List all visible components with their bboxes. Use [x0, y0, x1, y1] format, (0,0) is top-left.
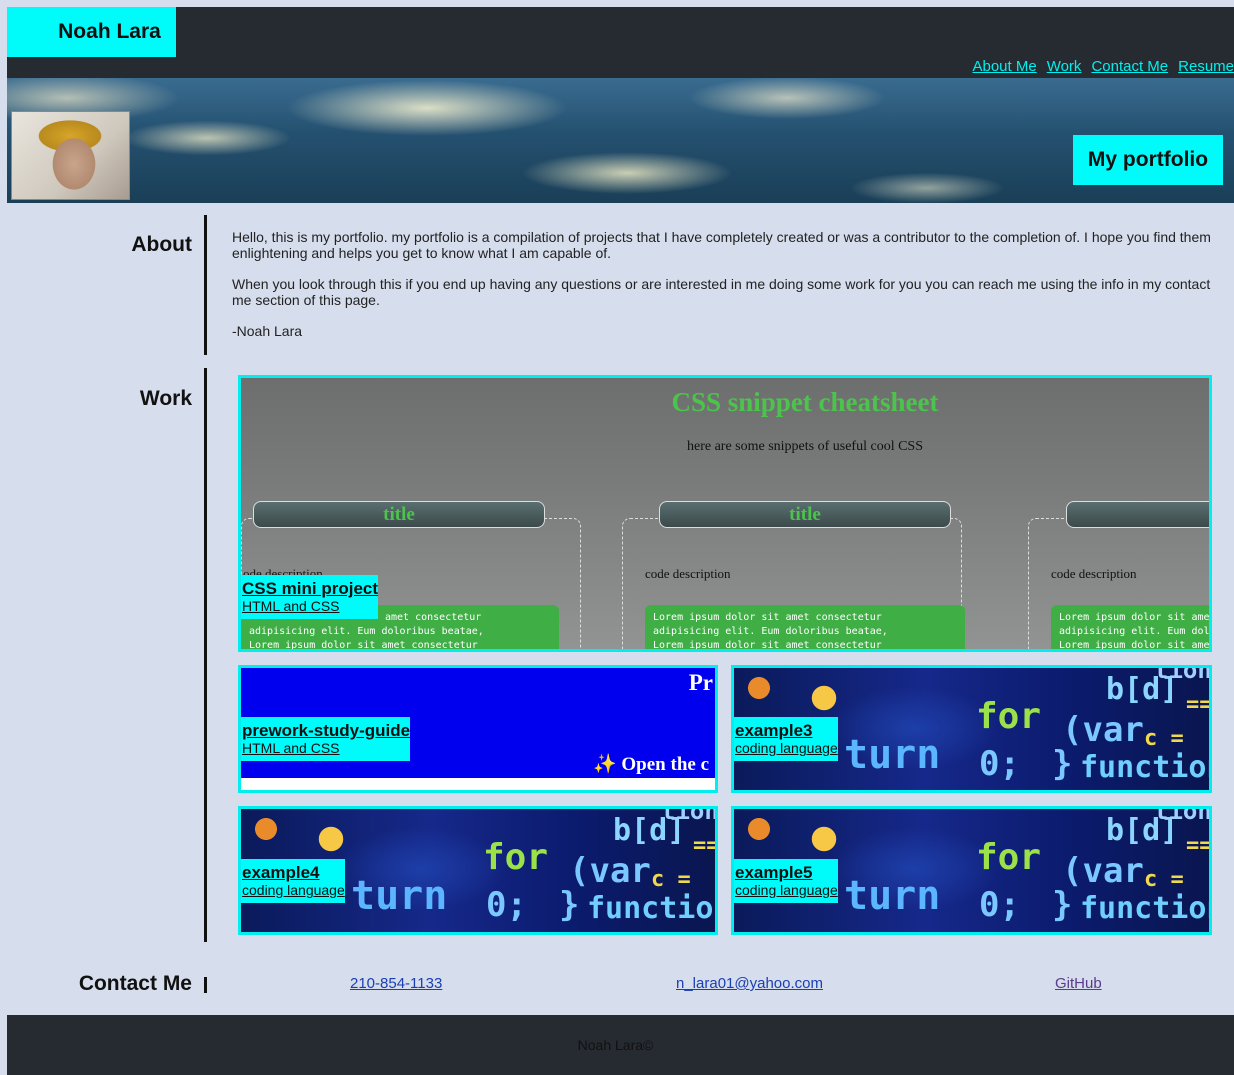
- code-word: 0;: [486, 885, 527, 925]
- code-word: ==: [693, 833, 715, 858]
- code-word: turn: [844, 732, 941, 778]
- code-word: turn: [351, 873, 448, 919]
- preview-card-desc: code description: [645, 566, 731, 581]
- code-word: ==: [1186, 692, 1209, 717]
- about-text: Hello, this is my portfolio. my portfoli…: [232, 229, 1222, 354]
- github-link[interactable]: GitHub: [1055, 975, 1102, 992]
- project-title-link[interactable]: example4: [242, 863, 345, 882]
- page: Noah Lara About Me Work Contact Me Resum…: [7, 7, 1234, 1075]
- code-word: (var: [1062, 851, 1144, 891]
- preview-card-title: title: [253, 501, 545, 528]
- code-line: Lorem ipsum dolor sit amet consectetur: [1059, 612, 1210, 623]
- code-line: Lorem ipsum dolor sit amet consectetur: [1059, 640, 1210, 651]
- code-word: c =: [1144, 726, 1184, 751]
- preview-code-block: Lorem ipsum dolor sit amet consectetur a…: [645, 605, 965, 651]
- code-word: ==: [1186, 833, 1209, 858]
- project-card-prework[interactable]: Pr ✨ Open the c prework-study-guide HTML…: [238, 665, 718, 793]
- preview-subheading: here are some snippets of useful cool CS…: [686, 439, 923, 454]
- code-line: Lorem ipsum dolor sit amet consectetur: [653, 612, 882, 623]
- code-word: }: [559, 885, 580, 925]
- project-title-link[interactable]: CSS mini project: [242, 579, 378, 598]
- code-word: (var: [569, 851, 651, 891]
- project-tech-link[interactable]: coding language: [735, 740, 838, 757]
- about-divider: [204, 215, 207, 355]
- project-tech-link[interactable]: coding language: [735, 882, 838, 899]
- nav-resume[interactable]: Resume: [1178, 58, 1234, 75]
- project-card-example4[interactable]: b[d] == tion for (var c = turn 0; } func…: [238, 806, 718, 935]
- brand-name: Noah Lara: [7, 7, 176, 57]
- about-heading: About: [131, 233, 192, 256]
- code-word: function: [1080, 750, 1209, 785]
- project-card-example5[interactable]: b[d] == tion for (var c = turn 0; } func…: [731, 806, 1212, 935]
- code-word: c =: [651, 867, 691, 892]
- code-line: adipisicing elit. Eum doloribus beatae,: [249, 626, 484, 637]
- about-paragraph: When you look through this if you end up…: [232, 276, 1211, 308]
- hero-title: My portfolio: [1073, 135, 1223, 185]
- code-word: function: [587, 891, 715, 926]
- project-title-link[interactable]: example3: [735, 721, 838, 740]
- code-word: c =: [1144, 867, 1184, 892]
- preview-footer-strip: [241, 778, 715, 790]
- sparkles-icon: ✨: [592, 754, 617, 775]
- code-word: tion: [1154, 809, 1209, 825]
- phone-link[interactable]: 210-854-1133: [350, 975, 442, 992]
- preview-open-label: Open the c: [621, 754, 709, 775]
- code-word: turn: [844, 873, 941, 919]
- project-label: CSS mini project HTML and CSS: [241, 575, 379, 619]
- project-tech-link[interactable]: HTML and CSS: [242, 598, 378, 615]
- about-paragraph: Hello, this is my portfolio. my portfoli…: [232, 229, 1211, 261]
- project-label: prework-study-guide HTML and CSS: [241, 717, 411, 761]
- top-header: Noah Lara About Me Work Contact Me Resum…: [7, 7, 1234, 78]
- contact-divider: [204, 977, 207, 993]
- preview-code-block: Lorem ipsum dolor sit amet consectetur a…: [1051, 605, 1210, 651]
- nav-contact-me[interactable]: Contact Me: [1091, 58, 1168, 75]
- code-word: for: [976, 696, 1042, 737]
- project-title-link[interactable]: example5: [735, 863, 838, 882]
- code-word: 0;: [979, 885, 1020, 925]
- nav-work[interactable]: Work: [1047, 58, 1082, 75]
- preview-card-title: title: [659, 501, 951, 528]
- work-heading: Work: [139, 387, 192, 410]
- code-word: for: [976, 837, 1042, 878]
- project-preview-image: CSS snippet cheatsheet here are some sni…: [241, 378, 1209, 649]
- about-signature: -Noah Lara: [232, 323, 303, 339]
- code-word: 0;: [979, 744, 1020, 784]
- avatar: [11, 111, 130, 200]
- project-card-example3[interactable]: b[d] == tion for (var c = turn 0; } func…: [731, 665, 1212, 793]
- preview-open-text: ✨ Open the c: [593, 752, 709, 776]
- contact-heading: Contact Me: [78, 972, 192, 995]
- hero-banner: My portfolio: [7, 78, 1234, 203]
- project-label: example3 coding language: [734, 717, 838, 761]
- project-label: example5 coding language: [734, 859, 838, 903]
- project-label: example4 coding language: [241, 859, 345, 903]
- code-line: Lorem ipsum dolor sit amet consectetur: [249, 640, 478, 651]
- preview-heading: CSS snippet cheatsheet: [671, 387, 939, 417]
- code-word: function: [1080, 891, 1209, 926]
- nav-about-me[interactable]: About Me: [972, 58, 1036, 75]
- code-word: for: [483, 837, 549, 878]
- project-tech-link[interactable]: coding language: [242, 882, 345, 899]
- code-line: Lorem ipsum dolor sit amet consectetur: [653, 640, 882, 651]
- project-tech-link[interactable]: HTML and CSS: [242, 740, 410, 757]
- preview-card-desc: code description: [1051, 566, 1137, 581]
- code-word: (var: [1062, 710, 1144, 750]
- email-link[interactable]: n_lara01@yahoo.com: [676, 975, 823, 992]
- footer: Noah Lara©: [7, 1015, 1234, 1075]
- project-title-link[interactable]: prework-study-guide: [242, 721, 410, 740]
- work-divider: [204, 368, 207, 942]
- code-word: }: [1052, 885, 1073, 925]
- code-line: adipisicing elit. Eum doloribus beatae,: [653, 626, 888, 637]
- footer-copyright: Noah Lara©: [577, 1037, 654, 1053]
- project-card-css-mini[interactable]: CSS snippet cheatsheet here are some sni…: [238, 375, 1212, 652]
- preview-heading-fragment: Pr: [688, 670, 713, 695]
- main-nav: About Me Work Contact Me Resume: [972, 58, 1234, 75]
- preview-card-title: ti: [1066, 501, 1209, 528]
- code-word: tion: [1154, 668, 1209, 684]
- code-word: }: [1052, 744, 1073, 784]
- code-word: tion: [661, 809, 715, 825]
- code-line: adipisicing elit. Eum doloribus beatae,: [1059, 626, 1210, 637]
